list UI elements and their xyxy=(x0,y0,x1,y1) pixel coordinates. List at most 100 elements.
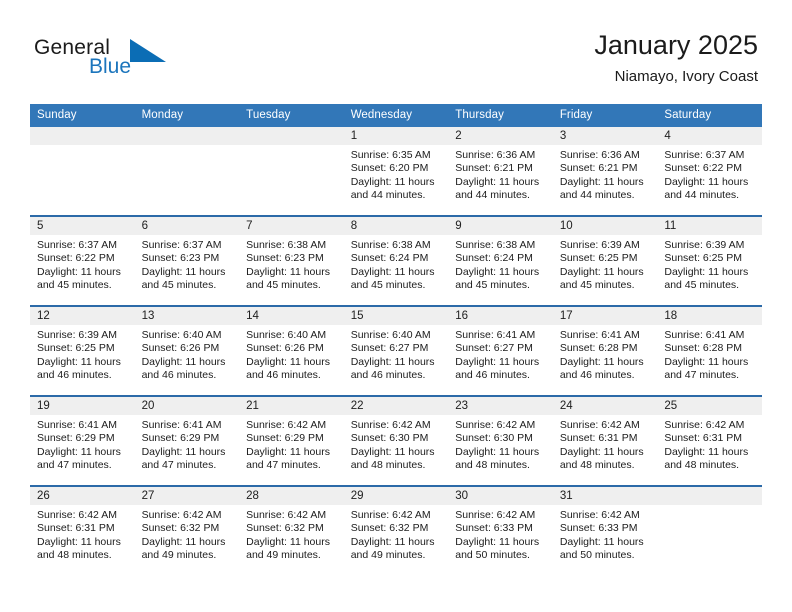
calendar-day-cell[interactable]: 29 Sunrise: 6:42 AM Sunset: 6:32 PM Dayligh… xyxy=(343,485,449,575)
day-details: Sunrise: 6:42 AM Sunset: 6:32 PM Daylight:… xyxy=(239,505,344,563)
daylight-duration-line1: Daylight: 11 hours xyxy=(141,445,226,458)
calendar-day-cell[interactable] xyxy=(134,127,240,216)
calendar-day-cell[interactable]: 18 Sunrise: 6:41 AM Sunset: 6:28 PM Dayligh… xyxy=(657,305,762,396)
day-details: Sunrise: 6:42 AM Sunset: 6:31 PM Daylight:… xyxy=(553,415,658,473)
sunset-time: Sunset: 6:32 PM xyxy=(350,522,429,535)
day-cell-inner: 30 Sunrise: 6:42 AM Sunset: 6:33 PM Dayligh… xyxy=(448,487,553,575)
calendar-day-cell[interactable] xyxy=(657,485,762,575)
day-number xyxy=(657,487,762,505)
calendar-day-cell[interactable]: 15 Sunrise: 6:40 AM Sunset: 6:27 PM Dayligh… xyxy=(343,305,449,396)
weekday-header-sunday: Sunday xyxy=(30,104,135,127)
day-cell-inner: 25 Sunrise: 6:42 AM Sunset: 6:31 PM Dayligh… xyxy=(657,397,762,485)
day-number: 20 xyxy=(134,397,240,415)
calendar-day-cell[interactable] xyxy=(30,127,135,216)
calendar-day-cell[interactable]: 6 Sunrise: 6:37 AM Sunset: 6:23 PM Daylight… xyxy=(134,215,240,306)
sunset-time: Sunset: 6:22 PM xyxy=(37,252,115,265)
daylight-duration-line1: Daylight: 11 hours xyxy=(350,445,435,458)
sunset-time: Sunset: 6:29 PM xyxy=(37,432,115,445)
calendar-day-cell[interactable]: 12 Sunrise: 6:39 AM Sunset: 6:25 PM Dayligh… xyxy=(30,305,135,396)
day-number: 28 xyxy=(239,487,344,505)
day-cell-inner: 18 Sunrise: 6:41 AM Sunset: 6:28 PM Dayligh… xyxy=(657,307,762,395)
calendar-day-cell[interactable]: 7 Sunrise: 6:38 AM Sunset: 6:23 PM Daylight… xyxy=(239,215,344,306)
calendar-day-cell[interactable]: 9 Sunrise: 6:38 AM Sunset: 6:24 PM Daylight… xyxy=(448,215,553,306)
day-cell-inner: 27 Sunrise: 6:42 AM Sunset: 6:32 PM Dayligh… xyxy=(134,487,240,575)
daylight-duration-line2: and 46 minutes. xyxy=(559,369,635,382)
day-number: 6 xyxy=(134,217,240,235)
day-details: Sunrise: 6:42 AM Sunset: 6:32 PM Daylight:… xyxy=(344,505,449,563)
calendar-day-cell[interactable]: 13 Sunrise: 6:40 AM Sunset: 6:26 PM Dayligh… xyxy=(134,305,240,396)
calendar-day-cell[interactable]: 14 Sunrise: 6:40 AM Sunset: 6:26 PM Dayligh… xyxy=(239,305,344,396)
calendar-day-cell[interactable]: 11 Sunrise: 6:39 AM Sunset: 6:25 PM Dayligh… xyxy=(657,215,762,306)
calendar-day-cell[interactable] xyxy=(239,127,344,216)
day-number xyxy=(134,127,240,145)
sunset-time: Sunset: 6:26 PM xyxy=(141,342,220,355)
daylight-duration-line2: and 48 minutes. xyxy=(350,459,426,472)
day-number: 27 xyxy=(134,487,240,505)
day-cell-inner: 24 Sunrise: 6:42 AM Sunset: 6:31 PM Dayligh… xyxy=(552,397,658,485)
calendar-day-cell[interactable]: 28 Sunrise: 6:42 AM Sunset: 6:32 PM Dayligh… xyxy=(239,485,344,575)
sunrise-time: Sunrise: 6:42 AM xyxy=(559,509,640,521)
calendar-day-cell[interactable]: 10 Sunrise: 6:39 AM Sunset: 6:25 PM Dayligh… xyxy=(552,215,658,306)
calendar-day-cell[interactable]: 1 Sunrise: 6:35 AM Sunset: 6:20 PM Daylight… xyxy=(343,127,449,216)
calendar-day-cell[interactable]: 31 Sunrise: 6:42 AM Sunset: 6:33 PM Dayligh… xyxy=(552,485,658,575)
day-details: Sunrise: 6:42 AM Sunset: 6:30 PM Daylight:… xyxy=(448,415,553,473)
daylight-duration-line1: Daylight: 11 hours xyxy=(37,265,121,278)
sunset-time: Sunset: 6:25 PM xyxy=(559,252,638,265)
day-cell-inner: 2 Sunrise: 6:36 AM Sunset: 6:21 PM Daylight… xyxy=(448,127,553,215)
day-cell-inner: 29 Sunrise: 6:42 AM Sunset: 6:32 PM Dayligh… xyxy=(343,487,449,575)
day-details: Sunrise: 6:36 AM Sunset: 6:21 PM Daylight:… xyxy=(448,145,553,203)
calendar-day-cell[interactable]: 20 Sunrise: 6:41 AM Sunset: 6:29 PM Dayligh… xyxy=(134,395,240,486)
sunset-time: Sunset: 6:32 PM xyxy=(141,522,220,535)
calendar-day-cell[interactable]: 4 Sunrise: 6:37 AM Sunset: 6:22 PM Daylight… xyxy=(657,127,762,216)
day-cell-inner: 15 Sunrise: 6:40 AM Sunset: 6:27 PM Dayligh… xyxy=(343,307,449,395)
day-number xyxy=(239,127,344,145)
calendar-day-cell[interactable]: 22 Sunrise: 6:42 AM Sunset: 6:30 PM Dayligh… xyxy=(343,395,449,486)
weekday-header-thursday: Thursday xyxy=(448,104,553,127)
sunset-time: Sunset: 6:25 PM xyxy=(664,252,743,265)
general-blue-logo[interactable]: General Blue xyxy=(34,36,224,84)
day-number: 9 xyxy=(448,217,553,235)
day-details: Sunrise: 6:42 AM Sunset: 6:32 PM Daylight:… xyxy=(135,505,240,563)
daylight-duration-line1: Daylight: 11 hours xyxy=(350,265,435,278)
calendar-day-cell[interactable]: 8 Sunrise: 6:38 AM Sunset: 6:24 PM Daylight… xyxy=(343,215,449,306)
calendar-day-cell[interactable]: 25 Sunrise: 6:42 AM Sunset: 6:31 PM Dayligh… xyxy=(657,395,762,486)
sunset-time: Sunset: 6:26 PM xyxy=(246,342,324,355)
calendar-day-cell[interactable]: 30 Sunrise: 6:42 AM Sunset: 6:33 PM Dayligh… xyxy=(448,485,553,575)
calendar-day-cell[interactable]: 23 Sunrise: 6:42 AM Sunset: 6:30 PM Dayligh… xyxy=(448,395,553,486)
calendar-day-cell[interactable]: 3 Sunrise: 6:36 AM Sunset: 6:21 PM Daylight… xyxy=(552,127,658,216)
calendar-day-cell[interactable]: 17 Sunrise: 6:41 AM Sunset: 6:28 PM Dayligh… xyxy=(552,305,658,396)
calendar-day-cell[interactable]: 5 Sunrise: 6:37 AM Sunset: 6:22 PM Daylight… xyxy=(30,215,135,306)
day-cell-inner: 19 Sunrise: 6:41 AM Sunset: 6:29 PM Dayligh… xyxy=(30,397,135,485)
sunrise-time: Sunrise: 6:41 AM xyxy=(559,329,640,341)
daylight-duration-line2: and 44 minutes. xyxy=(559,189,635,202)
day-number: 16 xyxy=(448,307,553,325)
sunrise-time: Sunrise: 6:41 AM xyxy=(141,419,222,431)
calendar-day-cell[interactable]: 19 Sunrise: 6:41 AM Sunset: 6:29 PM Dayligh… xyxy=(30,395,135,486)
day-number: 15 xyxy=(343,307,449,325)
calendar-day-cell[interactable]: 21 Sunrise: 6:42 AM Sunset: 6:29 PM Dayligh… xyxy=(239,395,344,486)
sunrise-time: Sunrise: 6:42 AM xyxy=(350,419,431,431)
day-details: Sunrise: 6:38 AM Sunset: 6:23 PM Daylight:… xyxy=(239,235,344,293)
sunrise-time: Sunrise: 6:42 AM xyxy=(37,509,117,521)
sunrise-time: Sunrise: 6:38 AM xyxy=(246,239,327,251)
sunset-time: Sunset: 6:31 PM xyxy=(664,432,743,445)
day-number: 13 xyxy=(134,307,240,325)
day-number: 10 xyxy=(552,217,658,235)
day-cell-inner: 11 Sunrise: 6:39 AM Sunset: 6:25 PM Dayligh… xyxy=(657,217,762,305)
calendar-day-cell[interactable]: 27 Sunrise: 6:42 AM Sunset: 6:32 PM Dayligh… xyxy=(134,485,240,575)
daylight-duration-line2: and 46 minutes. xyxy=(246,369,321,382)
sunset-time: Sunset: 6:33 PM xyxy=(455,522,533,535)
sunset-time: Sunset: 6:23 PM xyxy=(246,252,324,265)
day-number: 17 xyxy=(552,307,658,325)
sunrise-time: Sunrise: 6:41 AM xyxy=(664,329,745,341)
calendar-day-cell[interactable]: 2 Sunrise: 6:36 AM Sunset: 6:21 PM Daylight… xyxy=(448,127,553,216)
day-cell-inner: 17 Sunrise: 6:41 AM Sunset: 6:28 PM Dayligh… xyxy=(552,307,658,395)
daylight-duration-line2: and 45 minutes. xyxy=(664,279,740,292)
daylight-duration-line1: Daylight: 11 hours xyxy=(664,445,749,458)
calendar-day-cell[interactable]: 26 Sunrise: 6:42 AM Sunset: 6:31 PM Dayligh… xyxy=(30,485,135,575)
day-details: Sunrise: 6:41 AM Sunset: 6:27 PM Daylight:… xyxy=(448,325,553,383)
calendar-day-cell[interactable]: 16 Sunrise: 6:41 AM Sunset: 6:27 PM Dayligh… xyxy=(448,305,553,396)
daylight-duration-line2: and 45 minutes. xyxy=(559,279,635,292)
calendar-day-cell[interactable]: 24 Sunrise: 6:42 AM Sunset: 6:31 PM Dayligh… xyxy=(552,395,658,486)
logo-text-blue: Blue xyxy=(89,55,132,78)
